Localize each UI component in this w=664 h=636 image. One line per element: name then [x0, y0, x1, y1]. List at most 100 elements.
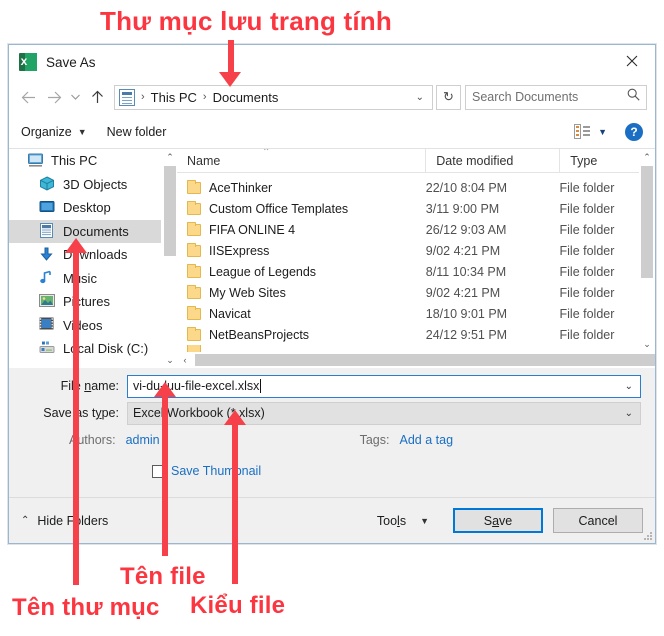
chevron-up-icon: ⌃	[21, 515, 30, 526]
annotation-folder-label: Tên thư mục	[12, 594, 160, 621]
refresh-icon[interactable]: ↻	[436, 84, 461, 110]
file-date: 8/11 10:34 PM	[425, 264, 507, 279]
change-view-icon[interactable]	[574, 124, 591, 139]
tools-button[interactable]: Tools ▼	[377, 514, 429, 528]
tags-value[interactable]: Add a tag	[400, 433, 454, 447]
breadcrumb-item-this-pc[interactable]: This PC	[148, 90, 200, 105]
disk-icon	[39, 341, 56, 357]
help-icon[interactable]: ?	[625, 122, 643, 141]
save-thumbnail-label[interactable]: Save Thumbnail	[171, 464, 261, 478]
scroll-up-icon[interactable]: ⌃	[162, 149, 178, 165]
scroll-down-icon[interactable]: ⌄	[639, 336, 655, 352]
column-header-name[interactable]: Name ⌃	[177, 149, 425, 173]
resize-grip[interactable]	[643, 532, 653, 542]
table-row[interactable]: FIFA ONLINE 4 26/12 9:03 AM File folder	[177, 219, 655, 240]
dialog-titlebar: Save As	[9, 45, 655, 79]
organize-button[interactable]: Organize ▼	[21, 125, 87, 139]
sidebar-label: 3D Objects	[63, 176, 128, 192]
column-header-type-label: Type	[570, 153, 598, 168]
file-list-pane: Name ⌃ Date modified Type AceThinker 22/…	[177, 149, 655, 368]
chevron-down-icon[interactable]: ⌄	[410, 92, 432, 103]
breadcrumb-item-documents[interactable]: Documents	[210, 90, 282, 105]
sidebar-item-music[interactable]: Music	[9, 267, 161, 291]
scroll-up-icon[interactable]: ⌃	[639, 149, 655, 165]
search-input[interactable]: Search Documents	[465, 84, 647, 110]
folder-icon	[187, 242, 201, 257]
folder-icon	[187, 263, 201, 278]
file-list-horizontal-scrollbar[interactable]: ‹ ›	[177, 352, 655, 368]
new-folder-button[interactable]: New folder	[107, 125, 167, 139]
sidebar-item-pictures[interactable]: Pictures	[9, 290, 161, 314]
sidebar-item-videos[interactable]: Videos	[9, 314, 161, 338]
table-row[interactable]: Custom Office Templates 3/11 9:00 PM Fil…	[177, 198, 655, 219]
folder-icon	[187, 200, 201, 215]
tags-label: Tags:	[359, 433, 390, 447]
sidebar-label: Videos	[63, 317, 103, 333]
organize-label: Organize	[21, 124, 72, 139]
new-folder-label: New folder	[106, 124, 167, 139]
file-date: 22/10 8:04 PM	[425, 180, 508, 195]
text-cursor	[260, 379, 262, 393]
sidebar-item-3d-objects[interactable]: 3D Objects	[9, 173, 161, 197]
breadcrumb[interactable]: › This PC › Documents ⌄	[114, 84, 433, 110]
scroll-left-icon[interactable]: ‹	[177, 352, 193, 368]
save-as-type-row: Save as type: Excel Workbook (*.xlsx) ⌄	[9, 401, 655, 425]
back-icon[interactable]	[15, 84, 41, 110]
file-date: 9/02 4:21 PM	[425, 285, 501, 300]
file-date: 26/12 9:03 AM	[425, 222, 507, 237]
file-date: 18/10 9:01 PM	[425, 306, 508, 321]
file-list-vertical-scrollbar[interactable]: ⌃ ⌄	[639, 149, 655, 352]
column-header-name-label: Name	[187, 153, 221, 168]
table-row[interactable]: AceThinker 22/10 8:04 PM File folder	[177, 177, 655, 198]
videos-icon	[39, 317, 56, 333]
file-name: FIFA ONLINE 4	[209, 222, 296, 237]
column-header-date[interactable]: Date modified	[425, 149, 559, 173]
table-row[interactable]: NetBeansProjects 24/12 9:51 PM File fold…	[177, 324, 655, 345]
save-button[interactable]: Save	[453, 508, 543, 533]
sidebar-item-local-disk-c[interactable]: Local Disk (C:)	[9, 337, 161, 361]
chevron-down-icon[interactable]: ⌄	[625, 381, 640, 392]
annotation-filetype-arrowhead	[224, 410, 246, 425]
close-icon[interactable]	[609, 45, 655, 77]
column-header-date-label: Date modified	[436, 153, 514, 168]
table-row[interactable]: IISExpress 9/02 4:21 PM File folder	[177, 240, 655, 261]
table-row[interactable]: League of Legends 8/11 10:34 PM File fol…	[177, 261, 655, 282]
save-as-type-select[interactable]: Excel Workbook (*.xlsx) ⌄	[127, 401, 641, 425]
toolbar-right-group: ▼ ?	[574, 122, 655, 141]
sidebar-item-desktop[interactable]: Desktop	[9, 196, 161, 220]
save-thumbnail-row: Save Thumbnail	[152, 464, 655, 478]
up-one-level-icon[interactable]	[84, 84, 110, 110]
table-row[interactable]: Navicat 18/10 9:01 PM File folder	[177, 303, 655, 324]
table-row[interactable]: My Web Sites 9/02 4:21 PM File folder	[177, 282, 655, 303]
download-icon	[39, 247, 56, 263]
chevron-down-icon[interactable]: ⌄	[625, 408, 640, 419]
file-name-row: File name: vi-du-luu-file-excel.xlsx ⌄	[9, 374, 655, 398]
file-name-input[interactable]: vi-du-luu-file-excel.xlsx ⌄	[127, 374, 641, 398]
forward-icon[interactable]	[41, 84, 67, 110]
save-as-type-label: Save as type:	[43, 406, 119, 420]
documents-icon	[39, 223, 56, 239]
recent-locations-icon[interactable]	[67, 84, 84, 110]
dialog-body: This PC 3D Objects Desktop Documents Dow…	[9, 149, 655, 368]
scroll-down-icon[interactable]: ⌄	[162, 352, 178, 368]
hide-folders-button[interactable]: ⌃ Hide Folders	[21, 514, 108, 528]
authors-value[interactable]: admin	[126, 433, 160, 447]
vertical-scroll-thumb[interactable]	[641, 166, 653, 278]
horizontal-scroll-track[interactable]	[193, 352, 655, 368]
sidebar-item-this-pc[interactable]: This PC	[9, 149, 161, 173]
horizontal-scroll-thumb[interactable]	[195, 354, 655, 366]
command-toolbar: Organize ▼ New folder ▼ ?	[9, 115, 655, 149]
chevron-down-icon[interactable]: ▼	[420, 516, 429, 526]
view-options-caret-icon[interactable]: ▼	[598, 127, 607, 137]
folder-icon	[187, 179, 201, 194]
file-name: NetBeansProjects	[209, 327, 310, 342]
save-form: File name: vi-du-luu-file-excel.xlsx ⌄ S…	[9, 368, 655, 492]
sidebar-scroll-thumb[interactable]	[164, 166, 176, 256]
file-date: 24/12 9:51 PM	[425, 327, 508, 342]
annotation-filename-arrow-line	[162, 396, 168, 556]
folder-icon	[187, 326, 201, 341]
folder-icon	[187, 284, 201, 299]
sidebar-scrollbar[interactable]: ⌃ ⌄	[161, 149, 177, 368]
cancel-button[interactable]: Cancel	[553, 508, 643, 533]
file-date: 9/02 4:21 PM	[425, 243, 501, 258]
